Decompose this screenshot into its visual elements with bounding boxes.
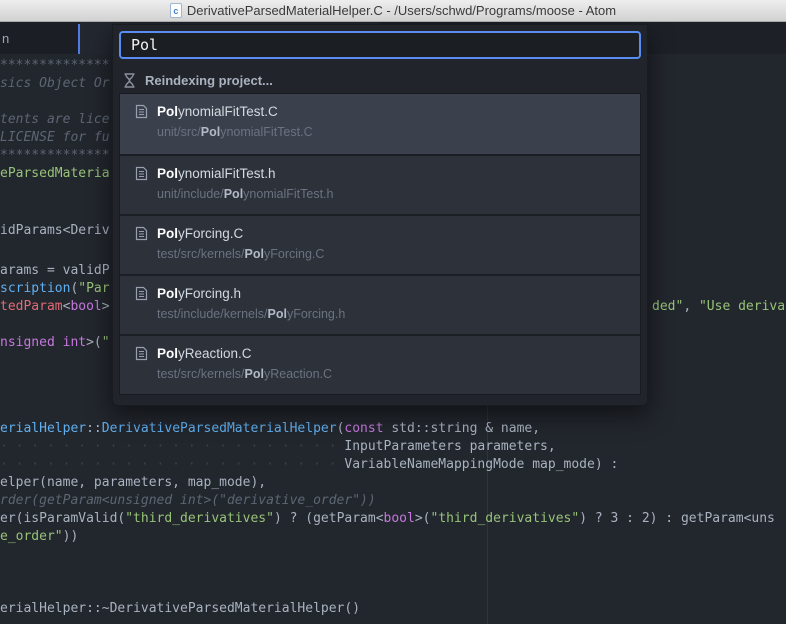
code-line: erialHelper::DerivativeParsedMaterialHel… (0, 421, 541, 436)
code-line: nsigned int>(" (0, 335, 110, 350)
result-item[interactable]: PolyForcing.h test/include/kernels/PolyF… (120, 274, 640, 334)
code-line: ************** (0, 148, 110, 163)
file-text-icon (135, 346, 148, 361)
code-line: tents are lice (0, 112, 110, 127)
code-line: rder(getParam<unsigned int>("derivative_… (0, 493, 376, 508)
result-item[interactable]: PolyForcing.C test/src/kernels/PolyForci… (120, 214, 640, 274)
result-item[interactable]: PolynomialFitTest.h unit/include/Polynom… (120, 154, 640, 214)
result-path: unit/src/PolynomialFitTest.C (157, 125, 313, 139)
result-filename: PolynomialFitTest.h (157, 166, 276, 181)
code-line: elper(name, parameters, map_mode), (0, 475, 267, 490)
atom-window: c DerivativeParsedMaterialHelper.C - /Us… (0, 0, 786, 624)
status-text: Reindexing project... (145, 72, 273, 88)
code-line: · · · · · · · · · · · · · · · · · · · · … (0, 439, 556, 454)
result-filename: PolynomialFitTest.C (157, 104, 278, 119)
code-line: · · · · · · · · · · · · · · · · · · · · … (0, 457, 619, 472)
code-line: er(isParamValid("third_derivatives") ? (… (0, 511, 775, 526)
result-path: test/include/kernels/PolyForcing.h (157, 307, 346, 321)
code-line: arams = validP (0, 263, 110, 278)
c-file-icon: c (169, 3, 182, 18)
fuzzy-finder-modal: Reindexing project... PolynomialFitTest.… (112, 24, 648, 406)
result-list: PolynomialFitTest.C unit/src/PolynomialF… (119, 93, 641, 395)
code-line: eParsedMateria (0, 166, 110, 181)
result-path: test/src/kernels/PolyForcing.C (157, 247, 325, 261)
code-line: idParams<Deriv (0, 223, 110, 238)
code-line: ************** (0, 58, 110, 73)
code-line: sics Object Or (0, 76, 110, 91)
code-line: tedParam<bool> (0, 299, 110, 314)
code-line: scription("Par (0, 281, 110, 296)
result-filename: PolyForcing.h (157, 286, 242, 301)
tab-label: n (2, 30, 10, 46)
file-text-icon (135, 104, 148, 119)
result-item[interactable]: PolyReaction.C test/src/kernels/PolyReac… (120, 334, 640, 394)
result-path: test/src/kernels/PolyReaction.C (157, 367, 333, 381)
hourglass-icon (124, 72, 135, 88)
result-item[interactable]: PolynomialFitTest.C unit/src/PolynomialF… (120, 94, 640, 154)
result-filename: PolyReaction.C (157, 346, 252, 361)
code-line: ded", "Use deriva (652, 299, 786, 314)
title-bar: c DerivativeParsedMaterialHelper.C - /Us… (0, 0, 786, 22)
code-line: LICENSE for fu (0, 130, 110, 145)
code-line: e_order")) (0, 529, 79, 544)
fuzzy-finder-input[interactable] (119, 31, 641, 59)
file-text-icon (135, 286, 148, 301)
file-text-icon (135, 166, 148, 181)
result-filename: PolyForcing.C (157, 226, 244, 241)
reindex-status: Reindexing project... (119, 67, 641, 93)
code-line: erialHelper::~DerivativeParsedMaterialHe… (0, 601, 361, 616)
tab-left-partial[interactable]: n (0, 22, 78, 54)
file-text-icon (135, 226, 148, 241)
window-title: DerivativeParsedMaterialHelper.C - /User… (186, 3, 617, 18)
result-path: unit/include/PolynomialFitTest.h (157, 187, 334, 201)
